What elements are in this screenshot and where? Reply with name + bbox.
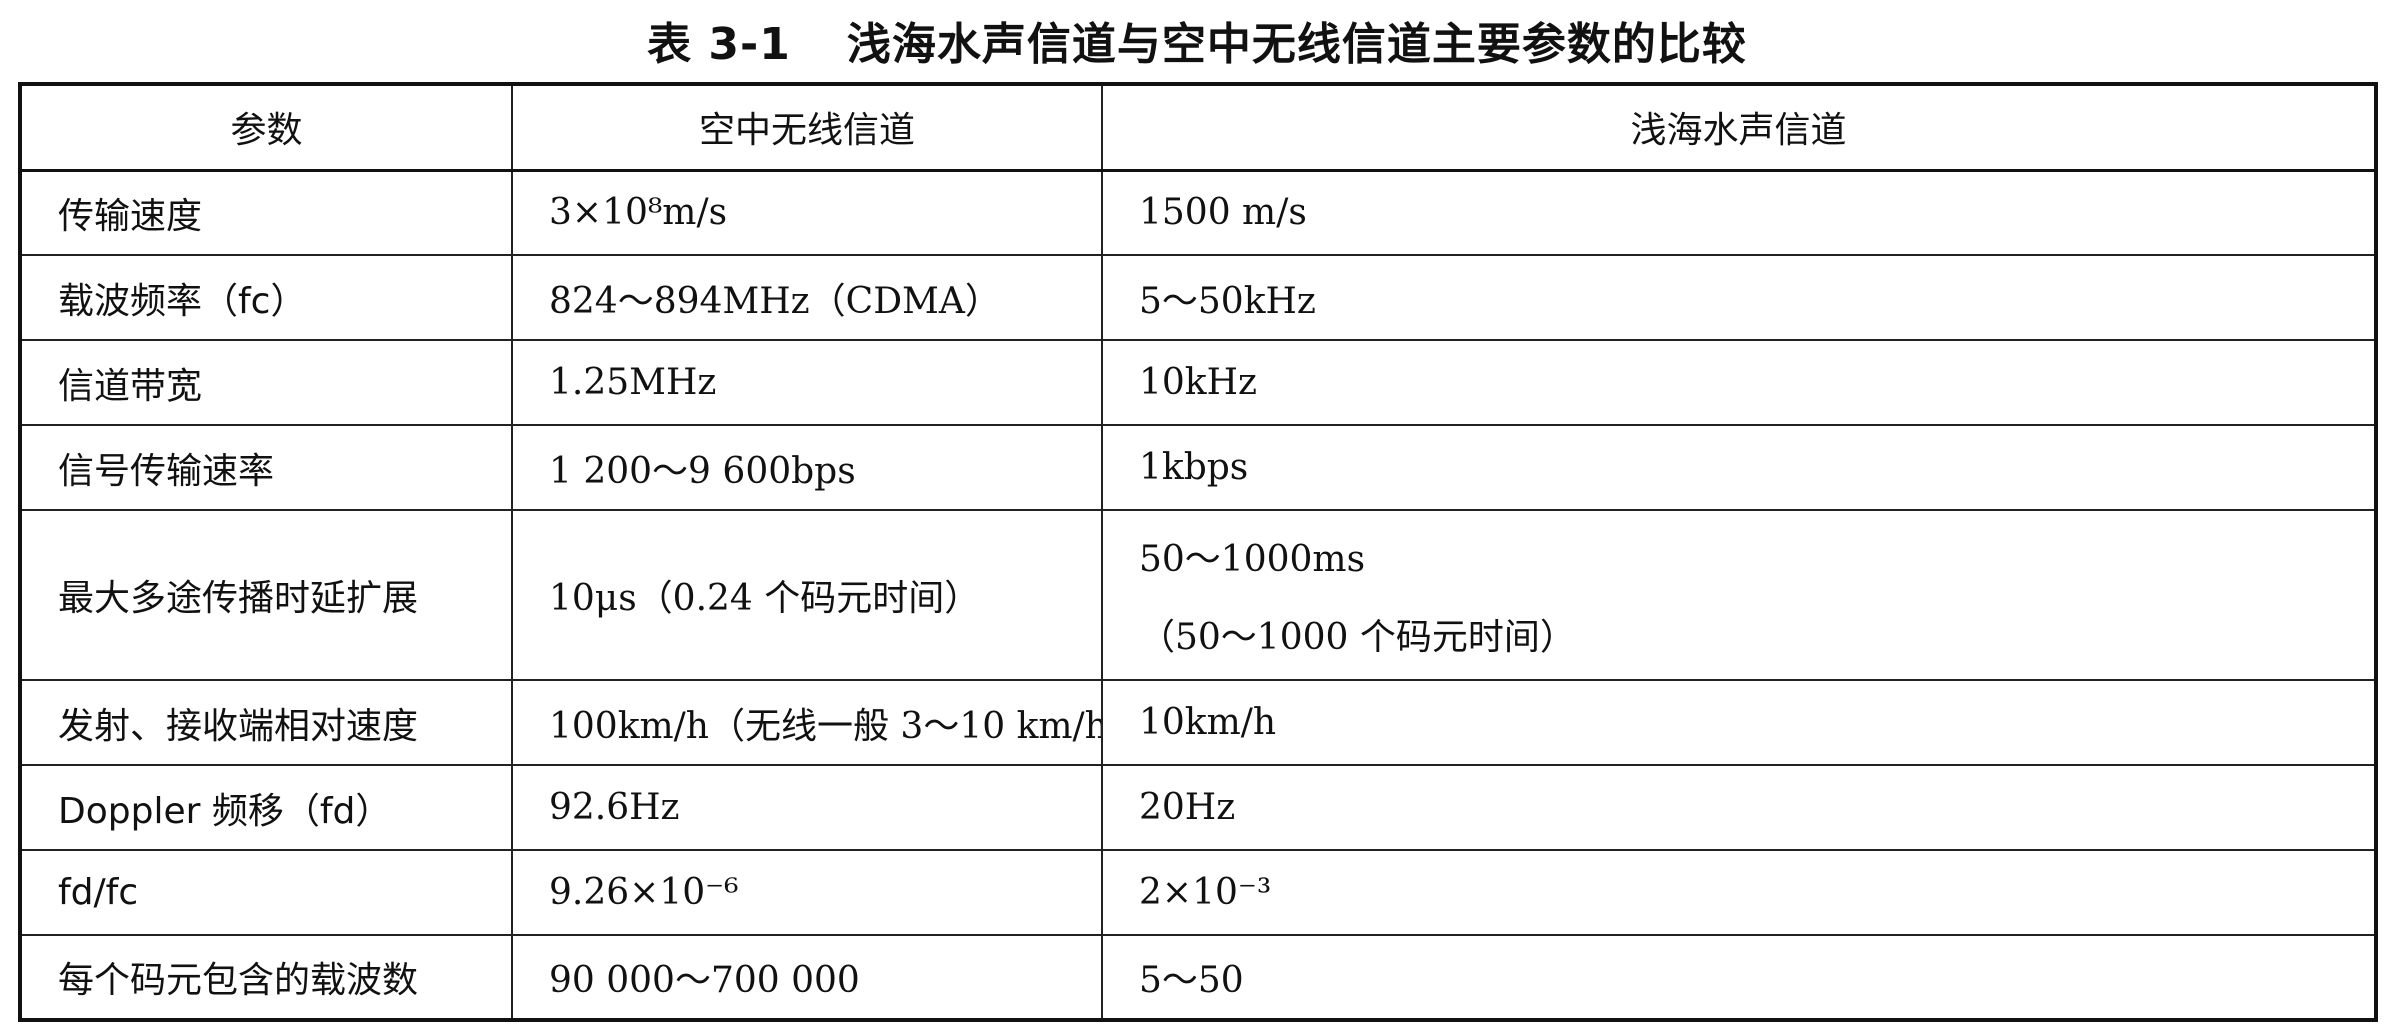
air-value-cell: 92.6Hz (511, 764, 1103, 851)
air-value-cell: 3×10⁸m/s (511, 169, 1103, 256)
sea-value-cell: 10km/h (1101, 679, 2377, 766)
air-value-cell: 824～894MHz（CDMA） (511, 254, 1103, 341)
table-row: 信道带宽 1.25MHz 10kHz (19, 339, 2377, 426)
param-cell: Doppler 频移（fd） (19, 764, 513, 851)
table-row: 信号传输速率 1 200～9 600bps 1kbps (19, 424, 2377, 511)
param-cell: 传输速度 (19, 169, 513, 256)
table-row: 最大多途传播时延扩展 10μs（0.24 个码元时间） 50～1000ms （5… (19, 509, 2377, 681)
air-value-cell: 100km/h（无线一般 3～10 km/h） (511, 679, 1103, 766)
table-row: 载波频率（fc） 824～894MHz（CDMA） 5～50kHz (19, 254, 2377, 341)
header-air-channel: 空中无线信道 (511, 83, 1103, 172)
comparison-table: 参数 空中无线信道 浅海水声信道 传输速度 3×10⁸m/s 1500 m/s … (18, 82, 2378, 1022)
air-value-cell: 10μs（0.24 个码元时间） (511, 509, 1103, 681)
header-param: 参数 (19, 83, 513, 172)
sea-value-cell: 2×10⁻³ (1101, 849, 2377, 936)
sea-value-cell: 1kbps (1101, 424, 2377, 511)
table-number: 表 3-1 (647, 19, 791, 70)
air-value-cell: 90 000～700 000 (511, 934, 1103, 1021)
table-title: 浅海水声信道与空中无线信道主要参数的比较 (846, 19, 1747, 70)
table-row: Doppler 频移（fd） 92.6Hz 20Hz (19, 764, 2377, 851)
param-cell: 最大多途传播时延扩展 (19, 509, 513, 681)
sea-value-cell: 20Hz (1101, 764, 2377, 851)
table-row: fd/fc 9.26×10⁻⁶ 2×10⁻³ (19, 849, 2377, 936)
air-value-cell: 1.25MHz (511, 339, 1103, 426)
param-cell: 每个码元包含的载波数 (19, 934, 513, 1021)
air-value-cell: 1 200～9 600bps (511, 424, 1103, 511)
sea-value-cell: 50～1000ms （50～1000 个码元时间） (1101, 509, 2377, 681)
sea-value-cell: 1500 m/s (1101, 169, 2377, 256)
table-caption: 表 3-1 浅海水声信道与空中无线信道主要参数的比较 (0, 0, 2394, 80)
param-cell: 载波频率（fc） (19, 254, 513, 341)
sea-value-cell: 5～50 (1101, 934, 2377, 1021)
param-cell: 信道带宽 (19, 339, 513, 426)
param-cell: 信号传输速率 (19, 424, 513, 511)
table-row: 传输速度 3×10⁸m/s 1500 m/s (19, 169, 2377, 256)
sea-value-line1: 50～1000ms (1139, 539, 1366, 580)
sea-value-line2: （50～1000 个码元时间） (1139, 617, 1576, 658)
header-row: 参数 空中无线信道 浅海水声信道 (19, 83, 2377, 172)
param-cell: fd/fc (19, 849, 513, 936)
header-sea-channel: 浅海水声信道 (1101, 83, 2377, 172)
param-cell: 发射、接收端相对速度 (19, 679, 513, 766)
table-row: 发射、接收端相对速度 100km/h（无线一般 3～10 km/h） 10km/… (19, 679, 2377, 766)
table-row: 每个码元包含的载波数 90 000～700 000 5～50 (19, 934, 2377, 1021)
sea-value-cell: 5～50kHz (1101, 254, 2377, 341)
air-value-cell: 9.26×10⁻⁶ (511, 849, 1103, 936)
sea-value-cell: 10kHz (1101, 339, 2377, 426)
